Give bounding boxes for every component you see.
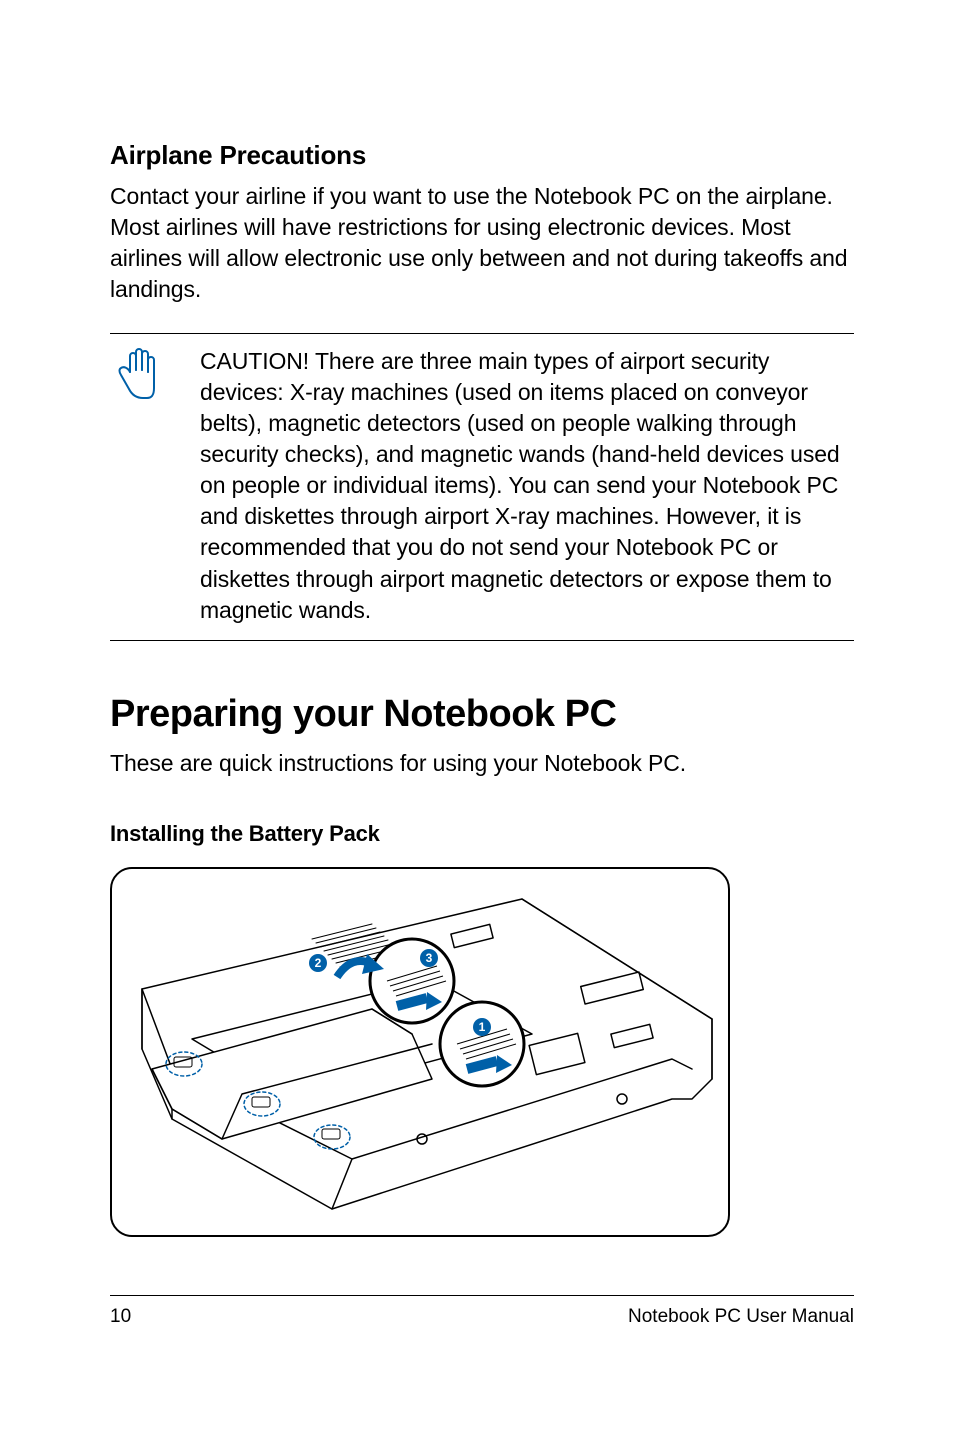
footer-doc-title: Notebook PC User Manual [628,1306,854,1328]
caution-block: CAUTION! There are three main types of a… [110,333,854,640]
illustration-callout-3: 3 [420,949,438,967]
battery-install-illustration: 1 2 3 [110,867,730,1237]
installing-battery-heading: Installing the Battery Pack [110,821,854,847]
illustration-callout-1: 1 [473,1018,491,1036]
page-number: 10 [110,1306,131,1328]
airplane-precautions-heading: Airplane Precautions [110,140,854,171]
illustration-callout-2: 2 [309,954,327,972]
preparing-intro-text: These are quick instructions for using y… [110,748,854,779]
caution-body-text: CAUTION! There are three main types of a… [180,346,854,625]
airplane-body-text: Contact your airline if you want to use … [110,181,854,305]
page-footer: 10 Notebook PC User Manual [110,1295,854,1328]
caution-hand-icon [110,346,180,405]
preparing-notebook-heading: Preparing your Notebook PC [110,693,854,736]
